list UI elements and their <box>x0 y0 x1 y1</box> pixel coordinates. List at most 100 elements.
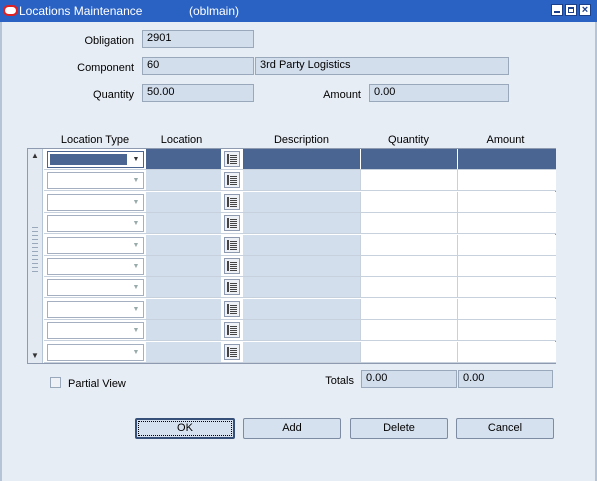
delete-button[interactable]: Delete <box>350 418 448 439</box>
list-of-values-icon[interactable] <box>224 343 240 360</box>
quantity-cell[interactable] <box>360 213 457 234</box>
chevron-down-icon[interactable]: ▼ <box>129 173 143 188</box>
partial-view-checkbox[interactable] <box>50 377 61 388</box>
location-type-select[interactable]: ▼ <box>47 193 144 211</box>
quantity-cell[interactable] <box>360 298 457 319</box>
lov-cell <box>221 320 243 340</box>
location-cell[interactable] <box>146 170 221 191</box>
chevron-down-icon[interactable]: ▼ <box>129 323 143 338</box>
close-icon[interactable]: × <box>579 4 591 16</box>
quantity-field: 50.00 <box>142 84 254 102</box>
quantity-cell[interactable] <box>360 341 457 362</box>
quantity-cell[interactable] <box>360 256 457 276</box>
total-amount-field: 0.00 <box>458 370 553 388</box>
location-cell[interactable] <box>146 277 221 298</box>
list-of-values-icon[interactable] <box>224 151 240 167</box>
chevron-down-icon[interactable]: ▼ <box>129 345 143 360</box>
description-cell <box>243 170 360 191</box>
quantity-cell[interactable] <box>360 277 457 298</box>
cancel-button[interactable]: Cancel <box>456 418 554 439</box>
scroll-down-icon[interactable]: ▼ <box>29 350 41 362</box>
description-cell <box>243 320 360 341</box>
location-type-select[interactable]: ▼ <box>47 236 144 254</box>
location-type-select[interactable]: ▼ <box>47 279 144 297</box>
minimize-icon[interactable] <box>551 4 563 16</box>
quantity-cell[interactable] <box>360 234 457 255</box>
table-row[interactable]: ▼ <box>44 320 556 342</box>
location-cell[interactable] <box>146 320 221 341</box>
list-of-values-icon[interactable] <box>224 322 240 339</box>
quantity-cell[interactable] <box>360 149 457 169</box>
ok-button[interactable]: OK <box>135 418 235 439</box>
location-cell[interactable] <box>146 234 221 255</box>
table-row[interactable]: ▼ <box>44 298 556 320</box>
obligation-label: Obligation <box>84 35 134 47</box>
column-header-amount: Amount <box>486 134 525 146</box>
location-cell[interactable] <box>146 256 221 276</box>
list-of-values-icon[interactable] <box>224 172 240 189</box>
amount-cell[interactable] <box>457 298 556 319</box>
table-row[interactable]: ▼ <box>44 170 556 192</box>
location-type-select[interactable]: ▼ <box>47 322 144 340</box>
amount-cell[interactable] <box>457 213 556 234</box>
chevron-down-icon[interactable]: ▼ <box>129 238 143 253</box>
location-type-select[interactable]: ▼ <box>47 151 144 168</box>
location-cell[interactable] <box>146 341 221 362</box>
list-of-values-icon[interactable] <box>224 279 240 296</box>
list-of-values-icon[interactable] <box>224 258 240 274</box>
table-row[interactable]: ▼ <box>44 213 556 235</box>
vertical-scrollbar[interactable]: ▲ ▼ <box>28 149 43 363</box>
amount-cell[interactable] <box>457 320 556 341</box>
list-of-values-icon[interactable] <box>224 215 240 232</box>
chevron-down-icon[interactable]: ▼ <box>129 195 143 210</box>
list-of-values-icon[interactable] <box>224 300 240 317</box>
location-cell[interactable] <box>146 298 221 319</box>
location-type-select[interactable]: ▼ <box>47 343 144 361</box>
amount-cell[interactable] <box>457 234 556 255</box>
chevron-down-icon[interactable]: ▼ <box>129 216 143 231</box>
list-of-values-icon[interactable] <box>224 236 240 253</box>
column-header-description: Description <box>273 134 330 146</box>
column-header-quantity: Quantity <box>388 134 429 146</box>
add-button[interactable]: Add <box>243 418 341 439</box>
table-row[interactable]: ▼ <box>44 191 556 213</box>
amount-cell[interactable] <box>457 149 556 169</box>
location-cell[interactable] <box>146 191 221 212</box>
list-of-values-icon[interactable] <box>224 193 240 210</box>
amount-cell[interactable] <box>457 277 556 298</box>
table-row[interactable]: ▼ <box>44 277 556 299</box>
title-bar: Locations Maintenance (oblmain) × <box>0 0 597 22</box>
amount-cell[interactable] <box>457 170 556 191</box>
lov-cell <box>221 213 243 233</box>
quantity-cell[interactable] <box>360 191 457 212</box>
location-type-select[interactable]: ▼ <box>47 258 144 275</box>
table-row[interactable]: ▼ <box>44 341 556 363</box>
chevron-down-icon[interactable]: ▼ <box>129 280 143 295</box>
chevron-down-icon[interactable]: ▼ <box>129 259 143 274</box>
amount-cell[interactable] <box>457 341 556 362</box>
location-type-cell: ▼ <box>44 320 146 340</box>
description-cell <box>243 341 360 362</box>
location-cell[interactable] <box>146 213 221 234</box>
window-subtitle: (oblmain) <box>189 4 240 18</box>
location-type-cell: ▼ <box>44 235 146 255</box>
window-title: Locations Maintenance <box>19 4 143 18</box>
table-row[interactable]: ▼ <box>44 256 556 277</box>
lov-cell <box>221 277 243 297</box>
quantity-cell[interactable] <box>360 170 457 191</box>
amount-cell[interactable] <box>457 191 556 212</box>
chevron-down-icon[interactable]: ▼ <box>129 302 143 317</box>
amount-cell[interactable] <box>457 256 556 276</box>
maximize-icon[interactable] <box>565 4 577 16</box>
location-type-select[interactable]: ▼ <box>47 172 144 190</box>
table-row[interactable]: ▼ <box>44 149 556 170</box>
table-row[interactable]: ▼ <box>44 234 556 256</box>
description-cell <box>243 234 360 255</box>
quantity-cell[interactable] <box>360 320 457 341</box>
location-type-select[interactable]: ▼ <box>47 215 144 233</box>
location-type-select[interactable]: ▼ <box>47 300 144 318</box>
scroll-grip[interactable] <box>32 227 38 275</box>
chevron-down-icon[interactable]: ▼ <box>129 152 143 167</box>
location-cell[interactable] <box>146 149 221 169</box>
scroll-up-icon[interactable]: ▲ <box>29 150 41 162</box>
